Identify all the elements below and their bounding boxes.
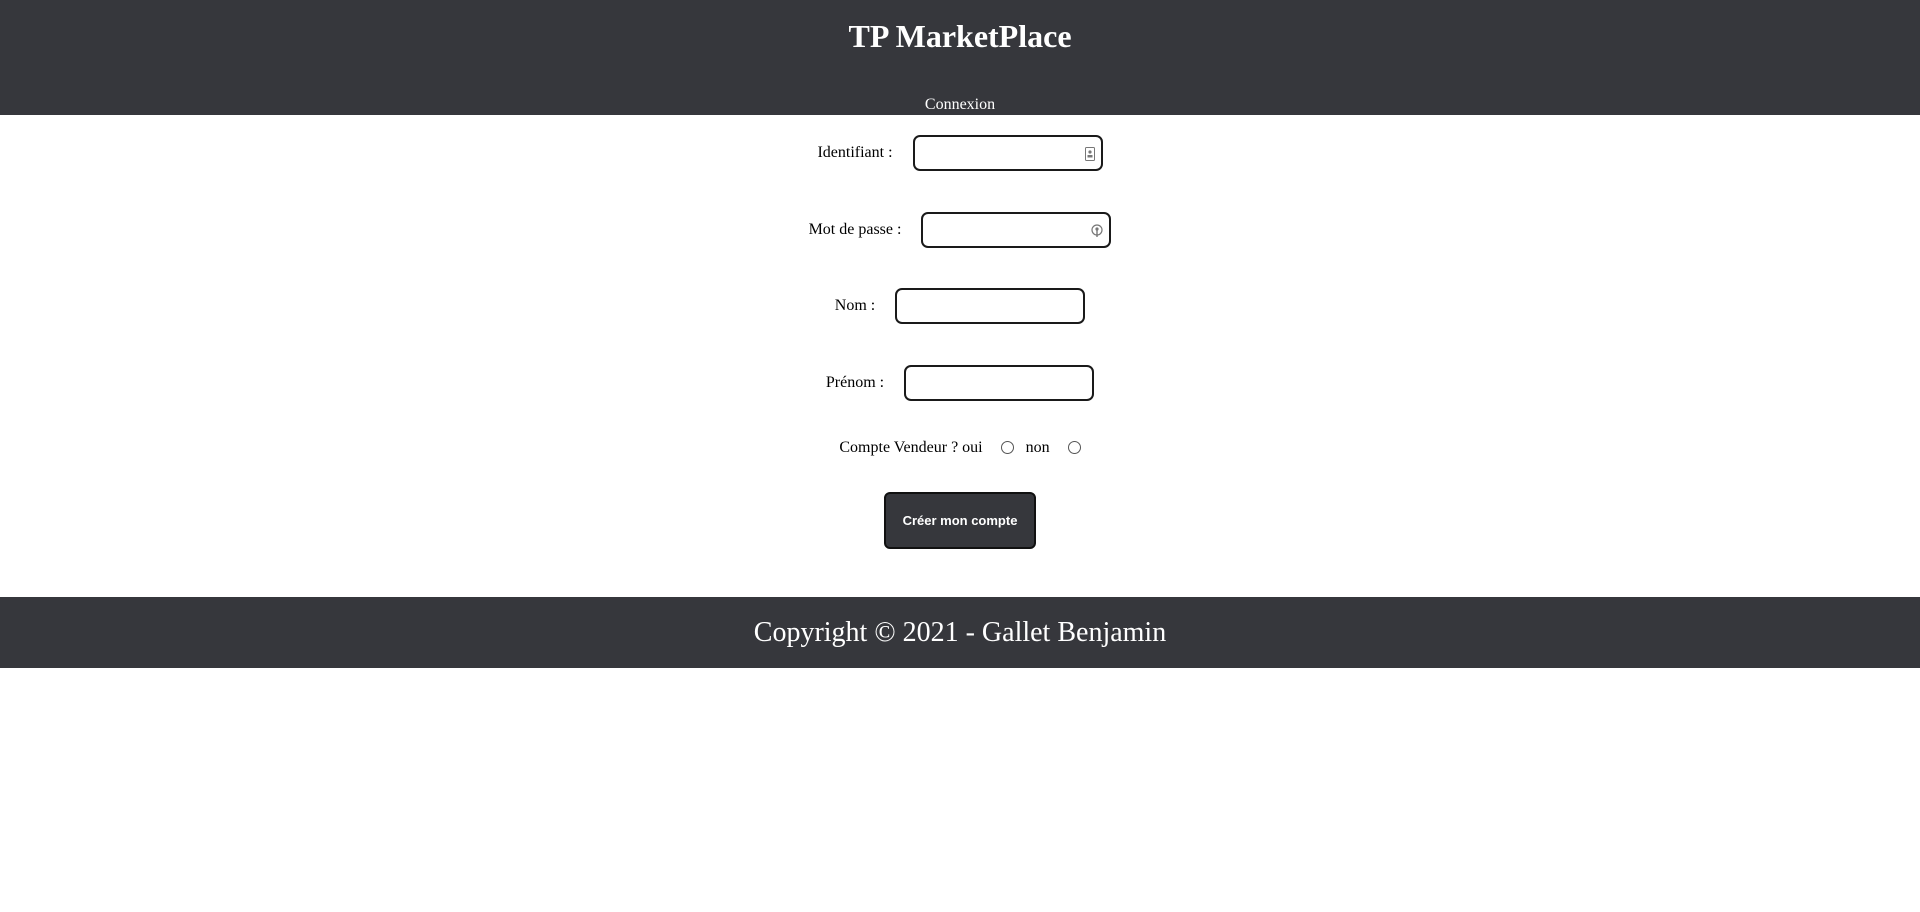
vendeur-non-label: non [1025, 439, 1050, 456]
password-input[interactable] [921, 212, 1112, 248]
prenom-label: Prénom : [825, 374, 885, 391]
identifiant-row: Identifiant : [0, 134, 1920, 172]
vendeur-label: Compte Vendeur ? oui [839, 439, 983, 456]
password-row: Mot de passe : [0, 211, 1920, 249]
vendeur-non-radio[interactable] [1067, 440, 1081, 454]
create-account-button[interactable]: Créer mon compte [884, 492, 1036, 549]
connexion-link[interactable]: Connexion [0, 96, 1920, 114]
site-footer: Copyright © 2021 - Gallet Benjamin [0, 597, 1920, 668]
identifiant-input[interactable] [912, 135, 1103, 171]
site-title: TP MarketPlace [848, 18, 1072, 54]
contact-card-icon [1084, 147, 1095, 161]
site-header: TP MarketPlace Connexion [0, 0, 1920, 115]
prenom-row: Prénom : [0, 364, 1920, 402]
nom-row: Nom : [0, 287, 1920, 325]
nom-input[interactable] [895, 288, 1086, 324]
vendeur-row: Compte Vendeur ? oui non [0, 437, 1920, 459]
identifiant-label: Identifiant : [817, 144, 893, 161]
copyright-text: Copyright © 2021 - Gallet Benjamin [753, 616, 1167, 648]
nom-label: Nom : [834, 297, 876, 314]
prenom-input[interactable] [904, 365, 1095, 401]
password-label: Mot de passe : [808, 221, 902, 238]
password-key-icon [1091, 224, 1104, 237]
vendeur-oui-radio[interactable] [1000, 440, 1014, 454]
